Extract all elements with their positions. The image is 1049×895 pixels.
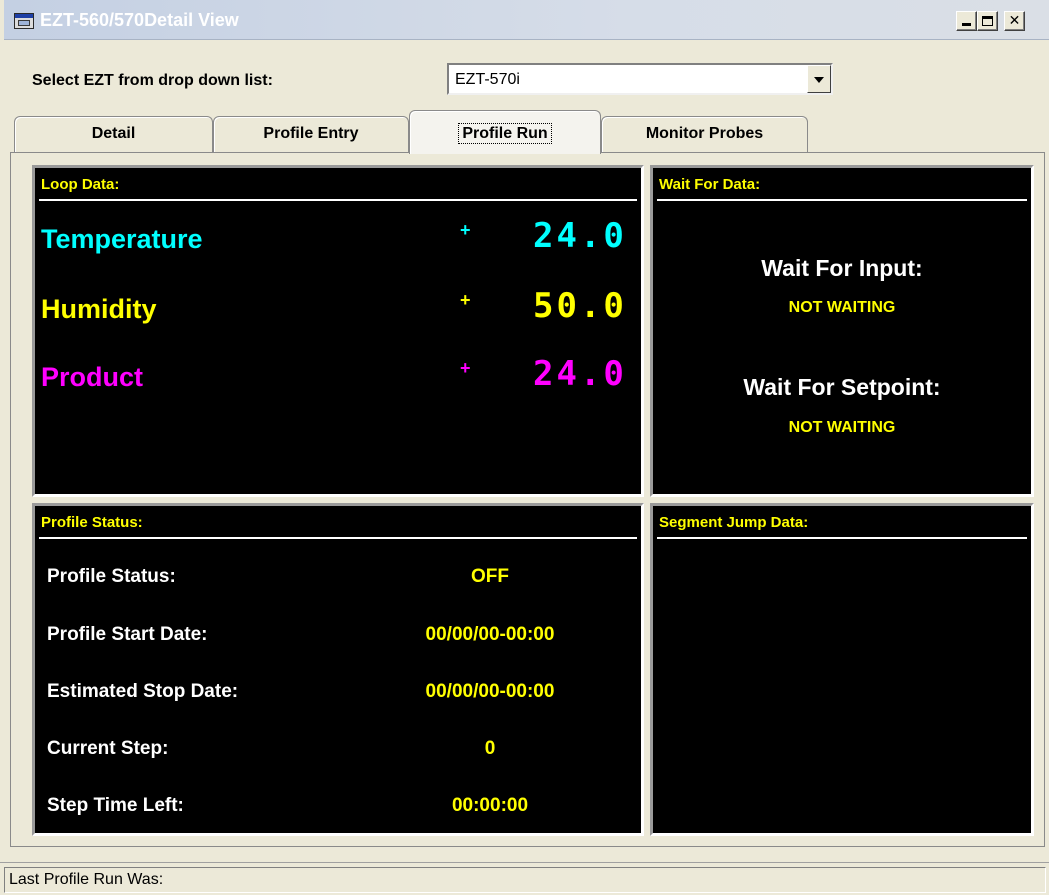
current-step-value: 0	[484, 738, 496, 759]
product-value: 24.0	[533, 354, 627, 394]
divider	[39, 199, 637, 201]
segment-jump-data-panel: Segment Jump Data:	[650, 503, 1034, 836]
step-time-left-value: 00:00:00	[451, 795, 529, 816]
maximize-button[interactable]	[977, 11, 998, 31]
profile-start-date-value: 00/00/00-00:00	[425, 624, 555, 645]
tab-profile-run[interactable]: Profile Run	[409, 110, 601, 154]
status-field: Last Profile Run Was:	[4, 867, 1046, 893]
window-title: EZT-560/570Detail View	[40, 10, 239, 30]
humidity-indicator: +	[460, 290, 471, 310]
loop-data-title: Loop Data:	[41, 176, 120, 193]
chevron-down-icon	[814, 77, 824, 83]
estimated-stop-date-value: 00/00/00-00:00	[425, 681, 555, 702]
wait-for-input-value: NOT WAITING	[788, 299, 896, 316]
divider	[657, 199, 1027, 201]
ezt-select-dropdown[interactable]: EZT-570i	[447, 63, 833, 95]
detail-view-window: EZT-560/570Detail View ✕ Select EZT from…	[0, 0, 1049, 895]
product-label: Product	[41, 362, 144, 392]
estimated-stop-date-label: Estimated Stop Date:	[47, 681, 239, 702]
app-icon	[14, 13, 34, 29]
humidity-label: Humidity	[41, 294, 157, 324]
wait-for-data-title: Wait For Data:	[659, 176, 761, 193]
close-icon: ✕	[1008, 12, 1021, 28]
minimize-button[interactable]	[956, 11, 977, 31]
title-bar[interactable]: EZT-560/570Detail View ✕	[4, 0, 1049, 40]
step-time-left-label: Step Time Left:	[47, 795, 184, 816]
segment-jump-data-title: Segment Jump Data:	[659, 514, 809, 531]
humidity-value: 50.0	[533, 286, 627, 326]
loop-data-panel: Loop Data: Temperature + 24.0 Humidity +…	[32, 165, 644, 497]
last-profile-run-text: Last Profile Run Was:	[9, 871, 164, 888]
tab-profile-entry[interactable]: Profile Entry	[213, 116, 409, 152]
temperature-label: Temperature	[41, 224, 203, 254]
profile-status-title: Profile Status:	[41, 514, 143, 531]
tab-monitor-probes[interactable]: Monitor Probes	[601, 116, 808, 152]
product-indicator: +	[460, 358, 471, 378]
profile-status-panel: Profile Status: Profile Status: OFF Prof…	[32, 503, 644, 836]
divider	[657, 537, 1027, 539]
profile-status-label: Profile Status:	[47, 566, 176, 587]
dropdown-button[interactable]	[807, 65, 831, 93]
profile-status-value: OFF	[471, 566, 509, 587]
divider	[39, 537, 637, 539]
wait-for-setpoint-label: Wait For Setpoint:	[743, 374, 941, 400]
temperature-value: 24.0	[533, 216, 627, 256]
tab-detail[interactable]: Detail	[14, 116, 213, 152]
status-bar: Last Profile Run Was:	[0, 862, 1049, 895]
current-step-label: Current Step:	[47, 738, 169, 759]
maximize-icon	[982, 16, 993, 26]
select-ezt-label: Select EZT from drop down list:	[32, 72, 273, 89]
wait-for-input-label: Wait For Input:	[761, 255, 923, 281]
profile-start-date-label: Profile Start Date:	[47, 624, 208, 645]
wait-for-setpoint-value: NOT WAITING	[788, 419, 896, 436]
ezt-select-value: EZT-570i	[455, 71, 520, 88]
tab-profile-run-label: Profile Run	[458, 123, 552, 144]
wait-for-data-panel: Wait For Data: Wait For Input: NOT WAITI…	[650, 165, 1034, 497]
temperature-indicator: +	[460, 220, 471, 240]
minimize-icon	[962, 23, 971, 26]
close-button[interactable]: ✕	[1004, 11, 1025, 31]
